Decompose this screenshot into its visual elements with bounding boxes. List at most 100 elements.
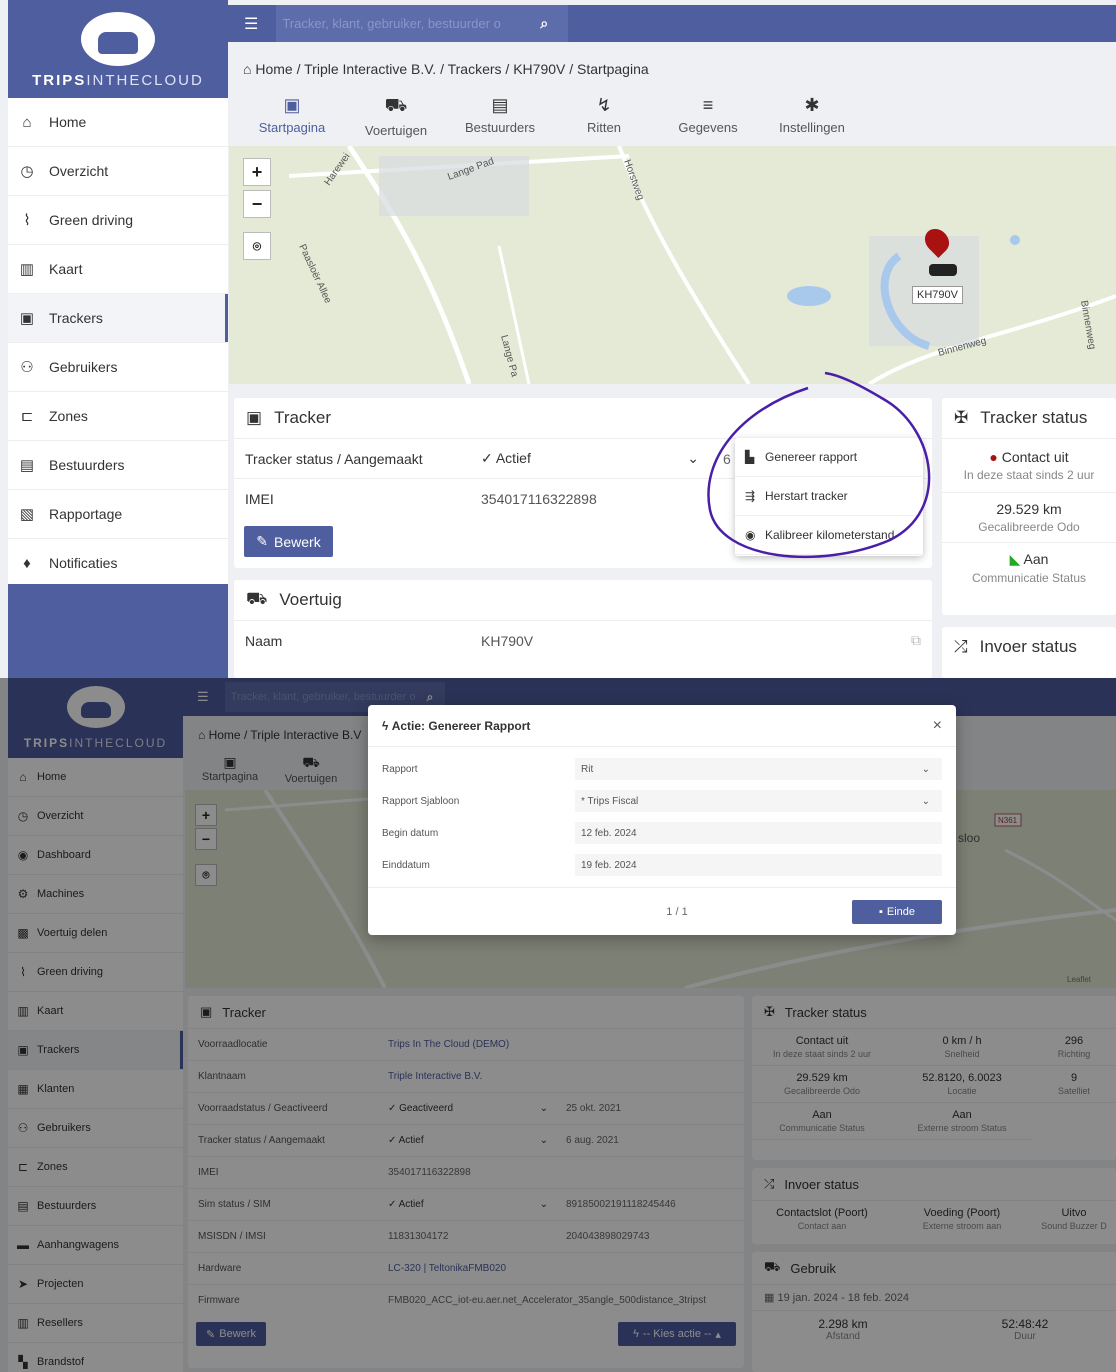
sidebar-item-overzicht[interactable]: ◷ Overzicht (8, 147, 228, 196)
sidebar-item-gebruikers[interactable]: ⚇ Gebruikers (8, 343, 228, 392)
report-modal: ϟ Actie: Genereer Rapport × Rapport Rit ⌄ R… (368, 705, 956, 935)
modal-title: ϟ Actie: Genereer Rapport (382, 718, 531, 733)
fit-bounds-icon[interactable]: ⌾ (243, 232, 271, 260)
modal-field[interactable]: 19 feb. 2024 (575, 854, 942, 876)
route-icon: ↯ (596, 95, 612, 115)
sidebar-item-notificaties[interactable]: ♦ Notificaties (8, 539, 228, 588)
finish-button[interactable]: ▪ Einde (852, 899, 942, 924)
crumb-tracker[interactable]: KH790V (513, 61, 565, 77)
tab-label: Startpagina (258, 120, 326, 135)
gear-icon: ✱ (804, 95, 820, 115)
name-row: Naam KH790V ⧉ (234, 620, 932, 660)
bolt-icon: ϟ (382, 718, 389, 733)
sidebar-item-label: Home (49, 114, 87, 130)
tracker-status-panel: ✠ Tracker status ● Contact uit In deze s… (942, 398, 1116, 615)
cars-icon: ⛟ (246, 589, 268, 608)
chip-icon: ▣ (283, 95, 301, 115)
row-label: Naam (245, 632, 283, 649)
home-icon: ⌂ (243, 61, 252, 77)
sidebar-item-label: Rapportage (49, 506, 123, 522)
edit-button[interactable]: ✎ Bewerk (244, 526, 333, 557)
row-label: IMEI (245, 490, 274, 507)
random-icon: ⤮ (954, 637, 968, 656)
bell-icon: ♦ (23, 554, 31, 572)
tab-label: Gegevens (678, 120, 738, 135)
modal-field[interactable]: 12 feb. 2024 (575, 822, 942, 844)
crumb-current: Startpagina (577, 61, 649, 77)
map[interactable]: Harewei Lange Pad Horstweg Paasloër Alle… (229, 146, 1116, 384)
crumb-home[interactable]: Home (255, 61, 292, 77)
modal-row: Rapport Sjabloon * Trips Fiscal ⌄ (382, 785, 942, 817)
chip-icon: ▣ (19, 310, 35, 327)
panel-title: Invoer status (979, 637, 1077, 656)
logo: TRIPSINTHECLOUD (8, 0, 228, 98)
modal-row: Einddatum 19 feb. 2024 (382, 849, 942, 881)
driving-icon: ⌇ (23, 212, 31, 229)
database-icon: ≡ (702, 95, 714, 115)
panel-title: Tracker status (980, 408, 1088, 427)
crumb-trackers[interactable]: Trackers (448, 61, 502, 77)
tab-bestuurders[interactable]: ▤ Bestuurders (448, 95, 552, 138)
sidebar-item-label: Notificaties (49, 555, 118, 571)
sidebar-item-green-driving[interactable]: ⌇ Green driving (8, 196, 228, 245)
zoom-out-button[interactable]: − (243, 190, 271, 218)
sidebar-item-zones[interactable]: ⊏ Zones (8, 392, 228, 441)
edit-icon: ✎ (256, 533, 269, 549)
marker-label: KH790V (912, 286, 963, 304)
sidebar-item-rapportage[interactable]: ▧ Rapportage (8, 490, 228, 539)
tab-label: Voertuigen (364, 123, 428, 138)
signal-icon: ◣ (1009, 551, 1021, 567)
status-select[interactable]: ✓ Actief ⌄ (481, 450, 707, 467)
sidebar-item-label: Trackers (49, 310, 103, 326)
name-value: KH790V (481, 632, 534, 649)
tab-gegevens[interactable]: ≡ Gegevens (656, 95, 760, 138)
sidebar-item-label: Green driving (49, 212, 134, 228)
copy-icon[interactable]: ⧉ (911, 632, 921, 649)
map-pin-icon: ● (989, 449, 998, 465)
sidebar-item-bestuurders[interactable]: ▤ Bestuurders (8, 441, 228, 490)
annotation-circle (707, 371, 931, 559)
chevron-down-icon: ⌄ (687, 450, 699, 466)
status-odo: 29.529 km Gecalibreerde Odo (942, 492, 1116, 542)
search-icon[interactable]: ⌕ (540, 15, 548, 32)
tab-instellingen[interactable]: ✱ Instellingen (760, 95, 864, 138)
tab-voertuigen[interactable]: ⛟ Voertuigen (344, 95, 448, 138)
imei-value: 354017116322898 (481, 490, 597, 507)
crumb-company[interactable]: Triple Interactive B.V. (304, 61, 436, 77)
users-icon: ⚇ (20, 359, 34, 376)
modal-field[interactable]: Rit ⌄ (575, 758, 942, 780)
sidebar: TRIPSINTHECLOUD ⌂ Home ◷ Overzicht ⌇ Green dr… (8, 0, 228, 678)
map-icon: ▥ (19, 261, 35, 278)
panel-title: Tracker (274, 408, 332, 427)
sidebar-item-kaart[interactable]: ▥ Kaart (8, 245, 228, 294)
vehicle-panel: ⛟ Voertuig Naam KH790V ⧉ (234, 580, 932, 678)
chevron-down-icon: ⌄ (921, 763, 930, 775)
modal-field[interactable]: * Trips Fiscal ⌄ (575, 790, 942, 812)
cars-icon: ⛟ (384, 95, 408, 115)
sidebar-item-home[interactable]: ⌂ Home (8, 98, 228, 147)
sidebar-item-label: Zones (49, 408, 88, 424)
breadcrumb: ⌂ Home / Triple Interactive B.V. / Track… (243, 61, 649, 77)
sidebar-item-label: Gebruikers (49, 359, 118, 375)
topbar: ☰ Tracker, klant, gebruiker, bestuurder … (228, 5, 1116, 42)
zoom-in-button[interactable]: + (243, 158, 271, 186)
modal-label: Begin datum (382, 827, 439, 839)
sidebar-item-trackers[interactable]: ▣ Trackers (8, 294, 228, 343)
status-comm: ◣ Aan Communicatie Status (942, 542, 1116, 593)
zones-icon: ⊏ (20, 408, 34, 425)
row-label: Tracker status / Aangemaakt (245, 450, 423, 467)
close-icon[interactable]: × (933, 717, 942, 735)
tab-startpagina[interactable]: ▣ Startpagina (240, 95, 344, 138)
search-input[interactable]: Tracker, klant, gebruiker, bestuurder o (282, 16, 534, 31)
report-icon: ▧ (19, 506, 35, 523)
tab-label: Ritten (587, 120, 621, 135)
save-icon: ▪ (878, 905, 883, 918)
modal-row: Rapport Rit ⌄ (382, 753, 942, 785)
bars-icon[interactable]: ☰ (244, 14, 258, 34)
id-badge-icon: ▤ (19, 457, 35, 474)
sidebar-item-label: Kaart (49, 261, 83, 277)
screenshot-top: TRIPSINTHECLOUD ⌂ Home ◷ Overzicht ⌇ Green dr… (0, 0, 1116, 678)
tab-ritten[interactable]: ↯ Ritten (552, 95, 656, 138)
screenshot-bottom: TRIPSINTHECLOUD ⌂ Home ◷ Overzicht ◉ Dashboar… (0, 678, 1116, 1372)
input-status-panel: ⤮ Invoer status (942, 627, 1116, 678)
